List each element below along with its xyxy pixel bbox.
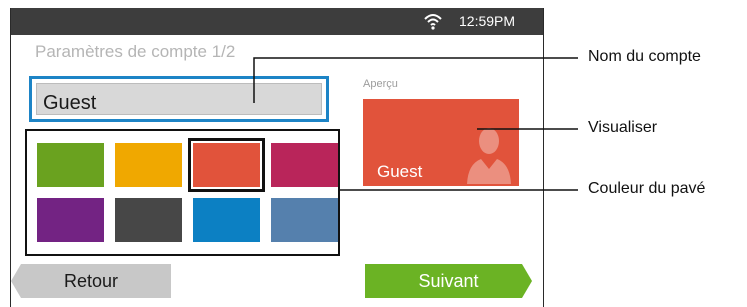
color-swatch[interactable] bbox=[115, 143, 182, 187]
color-swatch[interactable] bbox=[37, 198, 104, 242]
device-screen: 12:59PM Paramètres de compte 1/2 Guest A… bbox=[10, 8, 544, 307]
status-bar: 12:59PM bbox=[11, 8, 543, 35]
color-swatch[interactable] bbox=[271, 198, 338, 242]
account-name-value: Guest bbox=[43, 92, 97, 114]
back-button[interactable]: Retour bbox=[11, 264, 171, 298]
callout-account-name: Nom du compte bbox=[588, 48, 701, 65]
color-swatch[interactable] bbox=[188, 138, 265, 192]
preview-tile: Guest bbox=[363, 99, 519, 186]
color-palette bbox=[25, 129, 340, 256]
user-silhouette-icon bbox=[467, 128, 511, 184]
wifi-icon bbox=[424, 14, 442, 30]
color-swatch[interactable] bbox=[37, 143, 104, 187]
color-swatch[interactable] bbox=[193, 198, 260, 242]
callout-tile-color: Couleur du pavé bbox=[588, 180, 706, 197]
status-time: 12:59PM bbox=[459, 13, 516, 29]
preview-label: Aperçu bbox=[363, 78, 398, 90]
account-name-input[interactable]: Guest bbox=[36, 83, 322, 115]
preview-tile-name: Guest bbox=[377, 162, 423, 181]
color-swatch[interactable] bbox=[271, 143, 338, 187]
page-title: Paramètres de compte 1/2 bbox=[35, 42, 236, 61]
callout-preview: Visualiser bbox=[588, 119, 658, 136]
account-name-field[interactable]: Guest bbox=[29, 76, 329, 122]
color-swatch[interactable] bbox=[115, 198, 182, 242]
next-button[interactable]: Suivant bbox=[365, 264, 532, 298]
